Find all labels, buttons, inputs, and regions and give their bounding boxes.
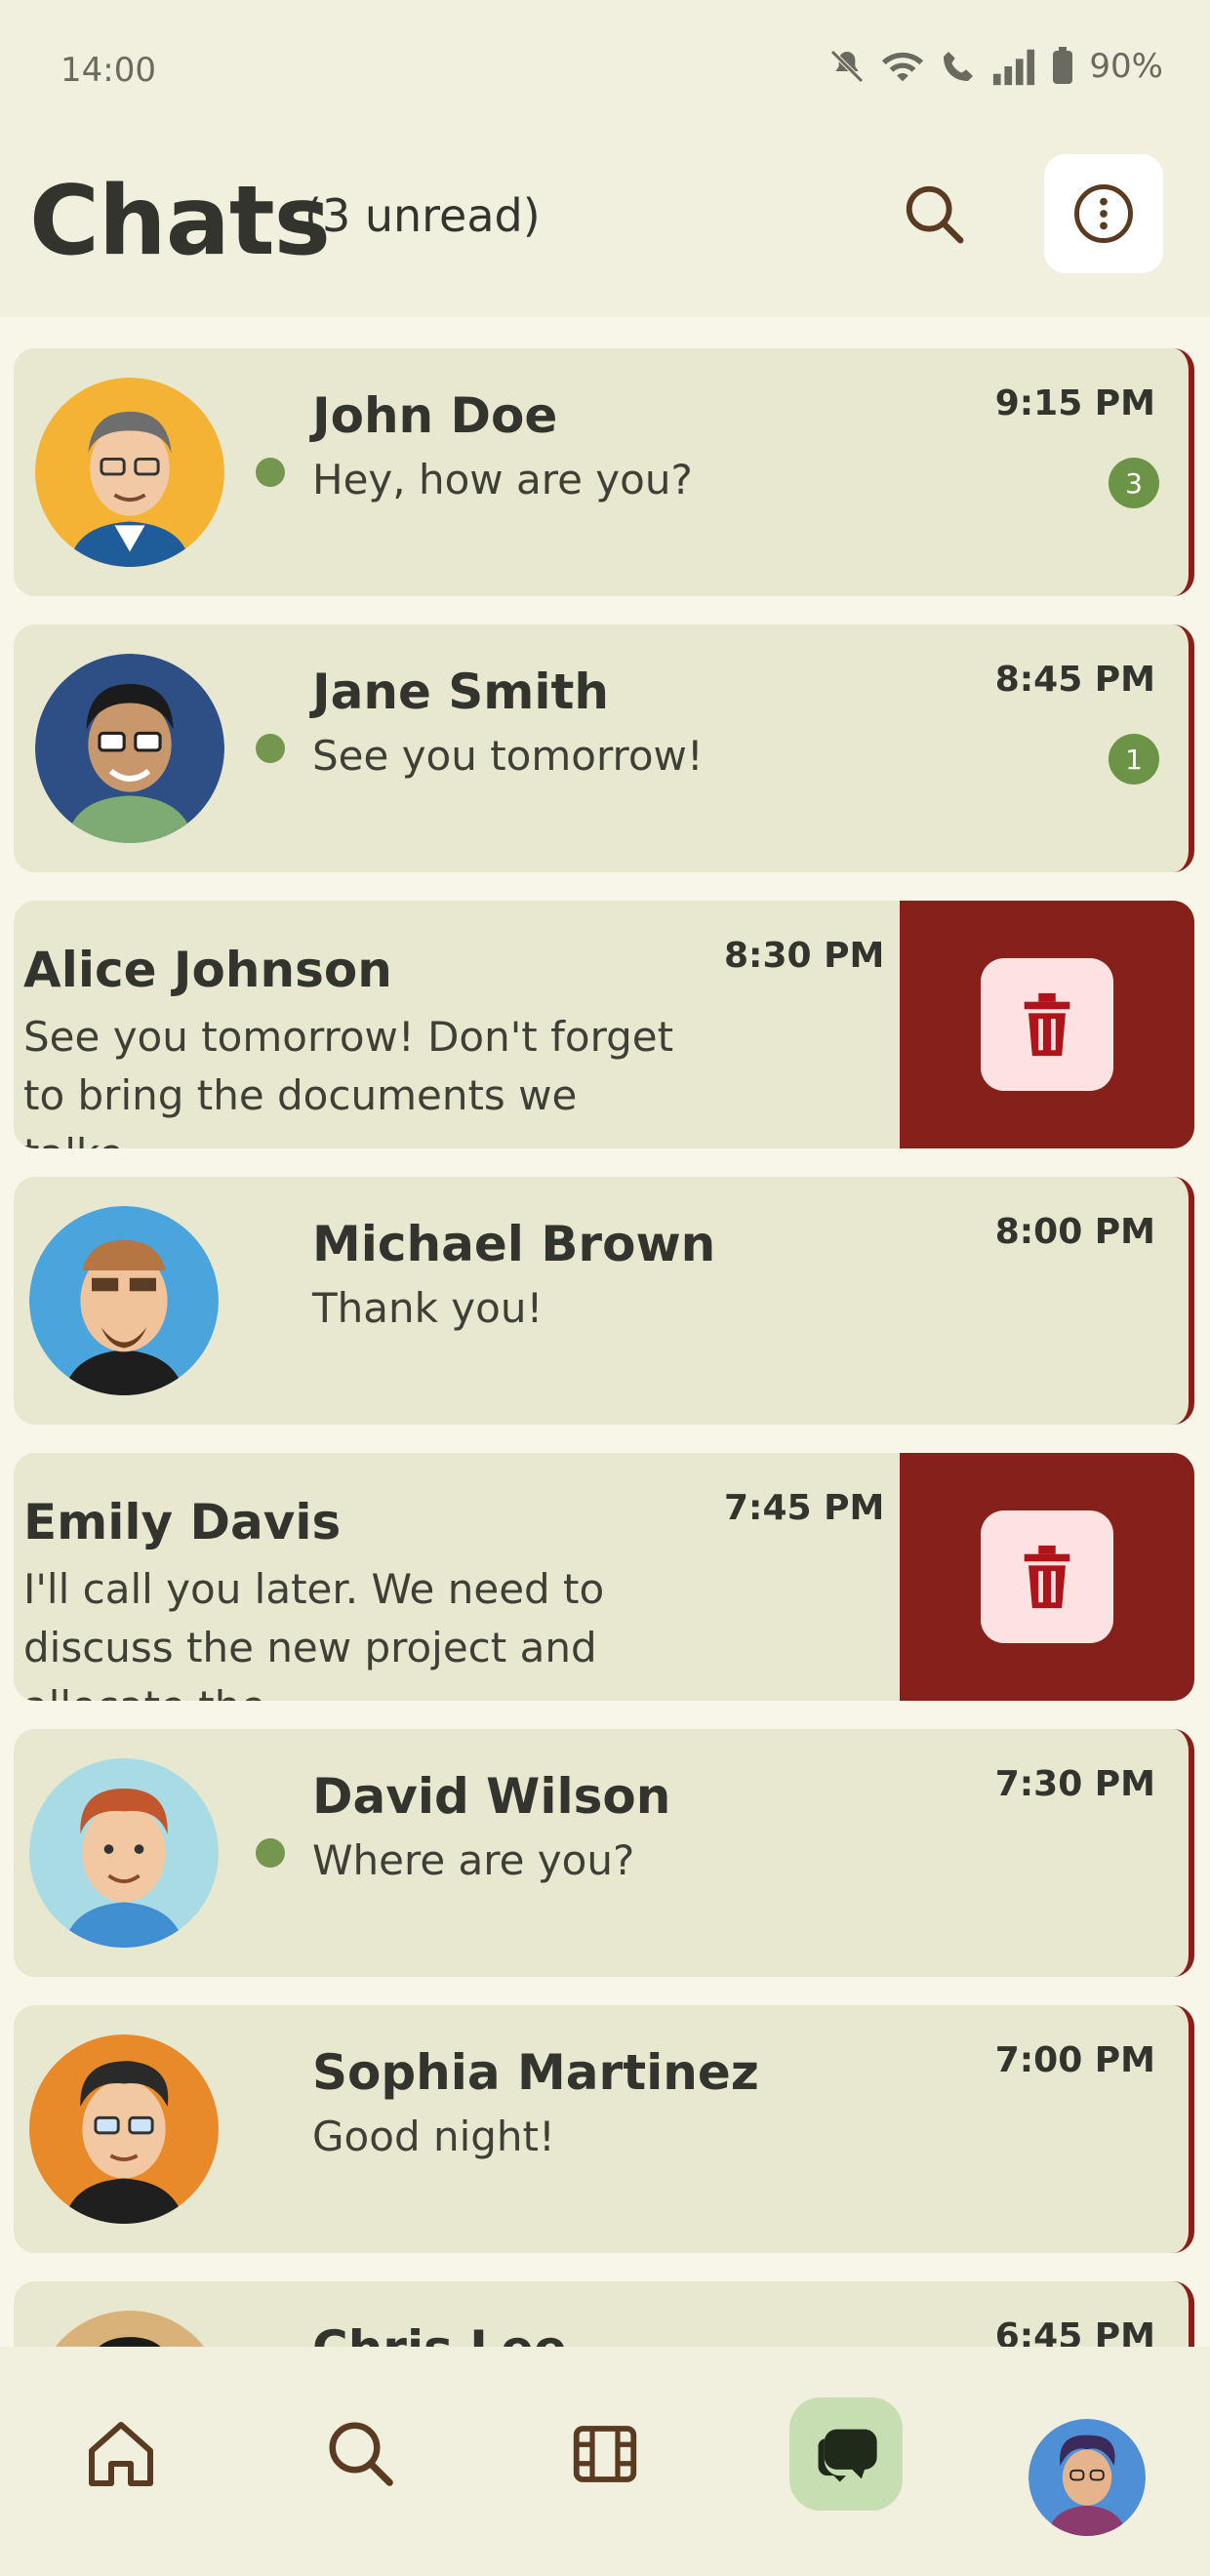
- search-icon: [329, 2422, 393, 2486]
- delete-action-panel: [900, 1453, 1194, 1701]
- app-bar: Chats (3 unread): [0, 146, 1210, 317]
- avatar: [35, 2311, 224, 2347]
- status-bar: 14:00 90%: [0, 0, 1210, 146]
- online-indicator: [256, 1838, 285, 1868]
- chat-time: 7:30 PM: [994, 1764, 1155, 1804]
- chat-name: David Wilson: [312, 1768, 671, 1825]
- chat-time: 7:00 PM: [994, 2040, 1155, 2080]
- battery-percent: 90%: [1089, 47, 1163, 86]
- chat-name: Jane Smith: [312, 664, 610, 720]
- movie-icon: [573, 2426, 637, 2482]
- chat-item[interactable]: Chris Lee 6:45 PM: [14, 2281, 1194, 2347]
- chat-message: I'll call you later. We need to discuss …: [23, 1565, 605, 1701]
- wifi-icon: [880, 47, 925, 86]
- chat-name: Michael Brown: [312, 1216, 716, 1272]
- chat-message: See you tomorrow! Don't forget to bring …: [23, 1013, 674, 1148]
- chat-item[interactable]: Sophia Martinez Good night! 7:00 PM: [14, 2005, 1194, 2253]
- chat-item[interactable]: Jane Smith See you tomorrow! 8:45 PM 1: [14, 624, 1194, 872]
- chat-message: Good night!: [312, 2113, 555, 2160]
- delete-action-panel: [900, 901, 1194, 1148]
- trash-icon: [1024, 992, 1070, 1057]
- search-icon: [906, 185, 964, 244]
- home-icon: [89, 2422, 153, 2486]
- nav-search[interactable]: [304, 2397, 418, 2511]
- chat-name: Chris Lee: [312, 2320, 567, 2347]
- wifi-call-icon: [939, 47, 978, 86]
- delete-button[interactable]: [981, 958, 1113, 1091]
- avatar: [29, 1758, 219, 1948]
- chat-item-swiped[interactable]: Alice Johnson See you tomorrow! Don't fo…: [14, 901, 1194, 1148]
- chat-item[interactable]: Michael Brown Thank you! 8:00 PM: [14, 1177, 1194, 1425]
- nav-home[interactable]: [64, 2397, 178, 2511]
- more-options-button[interactable]: [1044, 154, 1163, 273]
- chat-name: John Doe: [312, 387, 558, 444]
- profile-avatar[interactable]: [1028, 2419, 1146, 2536]
- chat-time: 8:30 PM: [724, 936, 885, 976]
- status-time: 14:00: [60, 51, 156, 90]
- chat-time: 6:45 PM: [994, 2316, 1155, 2347]
- chat-name: Alice Johnson: [23, 942, 392, 998]
- chat-message: See you tomorrow!: [312, 732, 704, 780]
- chat-time: 9:15 PM: [994, 383, 1155, 423]
- avatar: [35, 378, 224, 567]
- delete-button[interactable]: [981, 1510, 1113, 1643]
- bottom-navigation: [0, 2347, 1210, 2576]
- chat-name: Sophia Martinez: [312, 2044, 759, 2101]
- chat-time: 7:45 PM: [724, 1488, 885, 1528]
- chat-message: Thank you!: [312, 1284, 544, 1332]
- nav-videos[interactable]: [548, 2397, 662, 2511]
- online-indicator: [256, 734, 285, 763]
- avatar: [29, 2034, 219, 2224]
- page-title: Chats: [29, 166, 331, 277]
- more-vert-icon: [1074, 184, 1133, 243]
- nav-chats[interactable]: [789, 2397, 903, 2511]
- avatar: [35, 654, 224, 843]
- chat-time: 8:00 PM: [994, 1212, 1155, 1252]
- chat-message: Where are you?: [312, 1836, 635, 1884]
- chat-time: 8:45 PM: [994, 660, 1155, 700]
- unread-badge: 1: [1109, 734, 1159, 785]
- battery-icon: [1050, 47, 1075, 86]
- unread-count: (3 unread): [304, 189, 541, 242]
- trash-icon: [1024, 1545, 1070, 1609]
- chat-message: Hey, how are you?: [312, 456, 693, 503]
- mute-icon: [827, 47, 867, 86]
- avatar: [29, 1206, 219, 1395]
- chat-list[interactable]: John Doe Hey, how are you? 9:15 PM 3 Jan…: [0, 317, 1210, 2347]
- chat-item[interactable]: David Wilson Where are you? 7:30 PM: [14, 1729, 1194, 1977]
- chat-item[interactable]: John Doe Hey, how are you? 9:15 PM 3: [14, 348, 1194, 596]
- signal-icon: [991, 47, 1036, 86]
- chat-item-swiped[interactable]: Emily Davis I'll call you later. We need…: [14, 1453, 1194, 1701]
- unread-badge: 3: [1109, 458, 1159, 508]
- online-indicator: [256, 458, 285, 487]
- chat-icon: [818, 2429, 877, 2482]
- status-icons: 90%: [827, 47, 1163, 86]
- chat-name: Emily Davis: [23, 1494, 342, 1550]
- search-button[interactable]: [896, 176, 974, 254]
